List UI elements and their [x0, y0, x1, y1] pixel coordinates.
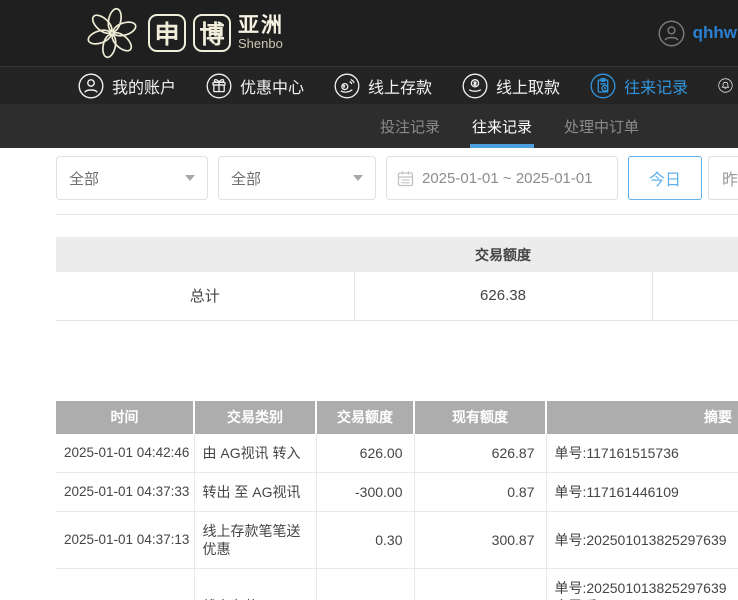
col-header-time: 时间 [56, 401, 194, 434]
category-select-value: 全部 [231, 168, 261, 189]
transactions-header-row: 时间 交易类别 交易额度 现有额度 摘要 [56, 401, 738, 434]
account-menu[interactable]: qhhw [658, 0, 738, 66]
yesterday-button[interactable]: 昨日 [708, 156, 738, 200]
summary-total-label: 总计 [56, 272, 354, 320]
logo-region-text: 亚洲 [238, 15, 284, 37]
table-row: 2025-01-01 04:37:33转出 至 AG视讯-300.000.87单… [56, 472, 738, 511]
cell-time: 2025-01-01 04:37:13 [56, 568, 194, 600]
cell-amount: -300.00 [316, 472, 414, 511]
avatar-icon [658, 20, 685, 47]
chevron-down-icon [185, 175, 195, 181]
cell-type: 线上存款笔笔送优惠 [194, 511, 316, 568]
summary-header-spacer [652, 237, 738, 272]
username-text: qhhw [693, 23, 737, 43]
cell-type: 线上存款 [194, 568, 316, 600]
logo-char-bo: 博 [193, 14, 231, 52]
cell-time: 2025-01-01 04:37:33 [56, 472, 194, 511]
logo-characters: 申 博 [148, 14, 231, 52]
transaction-records-page: 申 博 亚洲 Shenbo qhhw [0, 0, 738, 600]
nav-item-label: 我的账户 [112, 74, 176, 98]
cell-balance: 300.57 [414, 568, 546, 600]
nav-item-promotions[interactable]: 优惠中心 [206, 73, 304, 99]
cell-summary: 单号:202501013825297639 [546, 511, 738, 568]
user-icon [78, 73, 104, 99]
table-row: 2025-01-01 04:37:13线上存款笔笔送优惠0.30300.87单号… [56, 511, 738, 568]
cell-time: 2025-01-01 04:42:46 [56, 434, 194, 473]
transactions-table: 时间 交易类别 交易额度 现有额度 摘要 2025-01-01 04:42:46… [56, 401, 738, 600]
summary-total-row: 总计 626.38 [56, 272, 738, 320]
summary-header-spacer [56, 237, 354, 272]
cell-amount: 0.30 [316, 511, 414, 568]
table-row: 2025-01-01 04:42:46由 AG视讯 转入626.00626.87… [56, 434, 738, 473]
cell-type: 由 AG视讯 转入 [194, 434, 316, 473]
nav-item-label: 优惠中心 [240, 74, 304, 98]
nav-item-deposit[interactable]: 线上存款 [334, 73, 432, 99]
notification-bell-icon[interactable] [718, 70, 733, 101]
logo-brand-text: Shenbo [238, 37, 284, 51]
cell-amount: 626.00 [316, 434, 414, 473]
col-header-summary: 摘要 [546, 401, 738, 434]
cell-type: 转出 至 AG视讯 [194, 472, 316, 511]
nav-item-label: 线上取款 [496, 74, 560, 98]
filter-bar: 全部 全部 2025-01-01 ~ 2025-01-01 今日 昨日 [56, 156, 738, 200]
nav-item-label: 往来记录 [624, 74, 688, 98]
tab-pending-orders[interactable]: 处理中订单 [562, 104, 641, 148]
nav-item-label: 线上存款 [368, 74, 432, 98]
cell-summary: 单号:117161446109 [546, 472, 738, 511]
gift-icon [206, 73, 232, 99]
type-select[interactable]: 全部 [56, 156, 208, 200]
cell-summary: 单号:202501013825297639 人民币(RMB): 300 [546, 568, 738, 600]
summary-header-row: 交易额度 [56, 237, 738, 272]
summary-total-value: 626.38 [354, 272, 652, 320]
main-navigation: 我的账户 优惠中心 [0, 66, 738, 104]
category-select[interactable]: 全部 [218, 156, 376, 200]
chevron-down-icon [353, 175, 363, 181]
table-row: 2025-01-01 04:37:13线上存款300.00300.57单号:20… [56, 568, 738, 600]
cell-summary: 单号:117161515736 [546, 434, 738, 473]
summary-header-label: 交易额度 [354, 237, 652, 272]
cell-balance: 626.87 [414, 434, 546, 473]
cell-amount: 300.00 [316, 568, 414, 600]
col-header-amount: 交易额度 [316, 401, 414, 434]
date-range-picker[interactable]: 2025-01-01 ~ 2025-01-01 [386, 156, 618, 200]
calendar-icon [397, 170, 414, 187]
withdraw-coin-icon [462, 73, 488, 99]
nav-item-withdraw[interactable]: 线上取款 [462, 73, 560, 99]
tab-betting-records[interactable]: 投注记录 [378, 104, 442, 148]
tab-transaction-records[interactable]: 往来记录 [470, 104, 534, 148]
records-clipboard-icon [590, 73, 616, 99]
cell-balance: 300.87 [414, 511, 546, 568]
nav-item-transaction-records[interactable]: 往来记录 [590, 73, 688, 99]
logo-wordmark: 亚洲 Shenbo [238, 15, 284, 51]
logo-char-shen: 申 [148, 14, 186, 52]
cell-balance: 0.87 [414, 472, 546, 511]
brand-header: 申 博 亚洲 Shenbo qhhw [0, 0, 738, 66]
col-header-balance: 现有额度 [414, 401, 546, 434]
deposit-hand-coin-icon [334, 73, 360, 99]
cell-time: 2025-01-01 04:37:13 [56, 511, 194, 568]
summary-empty-cell [652, 272, 738, 320]
summary-table: 交易额度 总计 626.38 [56, 237, 738, 321]
lotus-flower-logo-icon [84, 5, 140, 61]
section-divider [56, 214, 738, 215]
date-range-value: 2025-01-01 ~ 2025-01-01 [422, 170, 593, 187]
nav-item-my-account[interactable]: 我的账户 [78, 73, 176, 99]
record-tabs: 投注记录 往来记录 处理中订单 [0, 104, 738, 148]
col-header-type: 交易类别 [194, 401, 316, 434]
type-select-value: 全部 [69, 168, 99, 189]
today-button[interactable]: 今日 [628, 156, 702, 200]
